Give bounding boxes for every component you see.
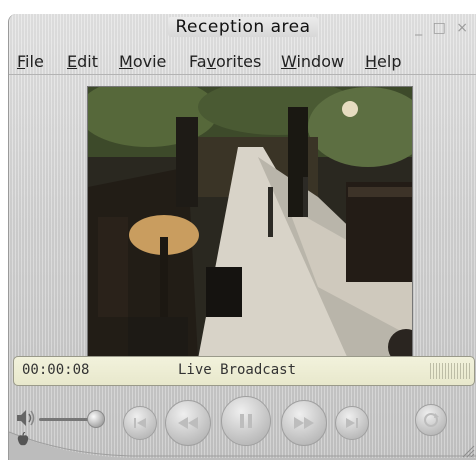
elapsed-time: 00:00:08 [22,362,90,378]
fast-forward-icon [294,417,314,429]
volume-slider-knob[interactable] [87,410,105,428]
skip-back-button[interactable] [123,406,157,440]
window-controls[interactable]: _ □ × [415,20,471,36]
resize-grip-icon[interactable] [461,444,475,458]
pause-icon [240,414,252,428]
menu-file[interactable]: File [17,52,44,71]
status-text: Live Broadcast [178,362,297,378]
status-display: 00:00:08 Live Broadcast [13,356,475,386]
video-frame[interactable] [87,86,413,360]
menu-favorites[interactable]: Favorites [189,52,261,71]
player-window: Reception area _ □ × File Edit Movie Fav… [8,14,476,460]
menu-movie[interactable]: Movie [119,52,166,71]
resize-button[interactable] [415,404,447,436]
video-image [88,87,412,359]
apple-logo-icon [17,431,29,450]
pause-button[interactable] [221,396,271,446]
resize-icon [424,413,439,427]
rewind-button[interactable] [165,400,211,446]
skip-forward-icon [346,418,358,428]
menu-window[interactable]: Window [281,52,344,71]
skip-forward-button[interactable] [335,406,369,440]
transport-controls [9,390,476,460]
skip-back-icon [134,418,146,428]
level-meter [430,363,470,379]
rewind-icon [178,417,198,429]
speaker-icon[interactable] [15,408,37,432]
fast-forward-button[interactable] [281,400,327,446]
menu-edit[interactable]: Edit [67,52,98,71]
menu-help[interactable]: Help [365,52,401,71]
title-bar[interactable]: Reception area _ □ × [9,14,476,44]
window-title: Reception area [9,17,476,37]
menu-bar: File Edit Movie Favorites Window Help [9,50,476,75]
